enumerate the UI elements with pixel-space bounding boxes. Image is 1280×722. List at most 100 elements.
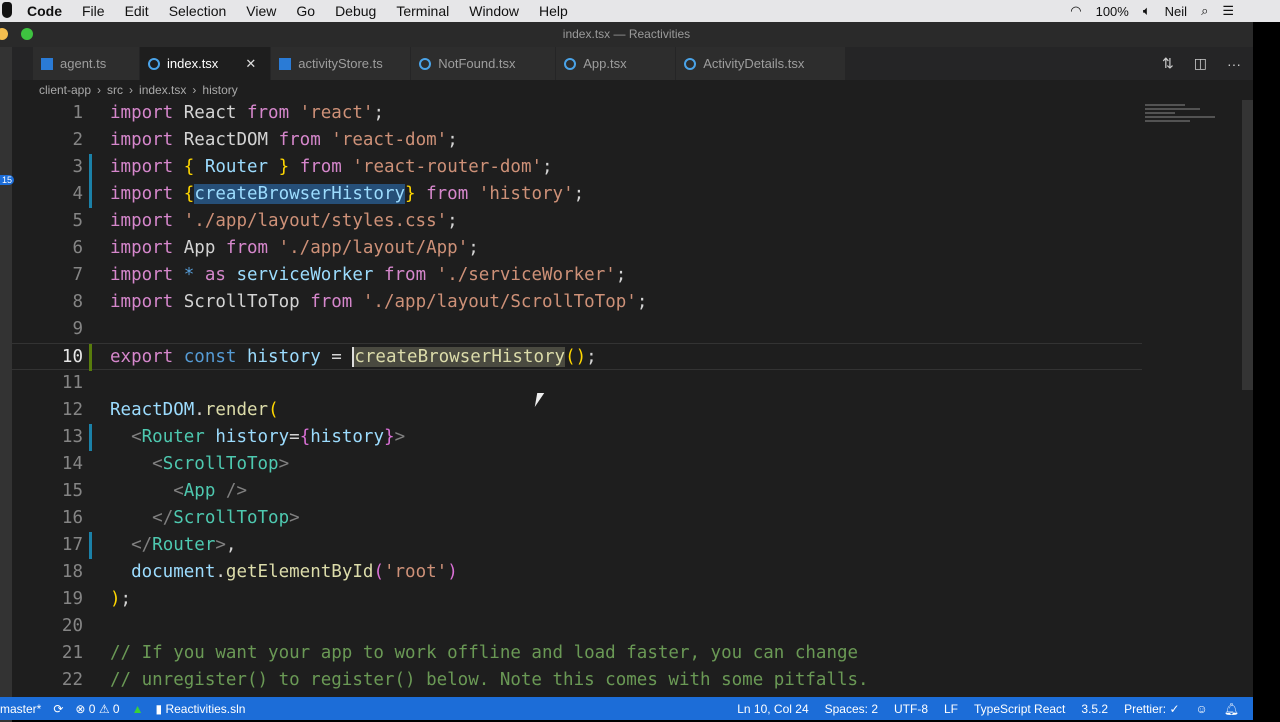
- code-token: render: [204, 400, 269, 420]
- encoding[interactable]: UTF-8: [894, 702, 928, 716]
- code-token: Router: [204, 157, 279, 177]
- menu-selection[interactable]: Selection: [159, 3, 237, 19]
- code-token: ,: [225, 535, 237, 555]
- tab-label: NotFound.tsx: [438, 56, 516, 71]
- open-changes-icon[interactable]: ⇅: [1162, 55, 1174, 72]
- code-token: (: [373, 562, 384, 582]
- code-line[interactable]: 10 export const history = createBrowserHi…: [12, 343, 1142, 371]
- menu-terminal[interactable]: Terminal: [386, 3, 459, 19]
- minimize-button[interactable]: [0, 28, 8, 40]
- code-line[interactable]: 22 // unregister() to register() below. N…: [12, 667, 1142, 694]
- code-line[interactable]: 14 <ScrollToTop>: [12, 451, 1142, 478]
- code-line[interactable]: 6 import App from './app/layout/App';: [12, 235, 1142, 262]
- code-token: App: [183, 238, 226, 258]
- code-line[interactable]: 8 import ScrollToTop from './app/layout/S…: [12, 289, 1142, 316]
- code-line[interactable]: 2 import ReactDOM from 'react-dom';: [12, 127, 1142, 154]
- menu-file[interactable]: File: [72, 3, 115, 19]
- code-line[interactable]: 20: [12, 613, 1142, 640]
- solution-indicator[interactable]: ▮ Reactivities.sln: [156, 702, 246, 716]
- code-line[interactable]: 11: [12, 370, 1142, 397]
- wifi-icon[interactable]: ◠: [1070, 3, 1081, 19]
- code-text: <Router history={history}>: [110, 424, 405, 451]
- code-line[interactable]: 7 import * as serviceWorker from './servi…: [12, 262, 1142, 289]
- warning-count: 0: [112, 701, 120, 716]
- code-line[interactable]: 17 </Router>,: [12, 532, 1142, 559]
- code-line[interactable]: 21 // If you want your app to work offlin…: [12, 640, 1142, 667]
- code-token: import: [110, 292, 184, 312]
- code-token: App: [183, 481, 226, 501]
- live-share-icon[interactable]: ▲: [132, 702, 144, 716]
- code-line[interactable]: 1 import React from 'react';: [12, 100, 1142, 127]
- code-line[interactable]: 13 <Router history={history}>: [12, 424, 1142, 451]
- breadcrumb-item[interactable]: client-app: [39, 83, 91, 97]
- title-bar: index.tsx — Reactivities: [0, 22, 1253, 47]
- tab-activitystore-ts[interactable]: activityStore.ts: [271, 47, 412, 80]
- code-token: ScrollToTop: [162, 454, 279, 474]
- code-line[interactable]: 18 document.getElementById('root'): [12, 559, 1142, 586]
- battery-label[interactable]: 100%: [1096, 4, 1129, 19]
- end-of-line[interactable]: LF: [944, 702, 958, 716]
- more-actions-icon[interactable]: ···: [1227, 56, 1241, 72]
- breadcrumb-item[interactable]: history: [202, 83, 237, 97]
- tab-activitydetails-tsx[interactable]: ActivityDetails.tsx: [676, 47, 847, 80]
- code-token: history: [246, 347, 332, 367]
- breadcrumb-item[interactable]: index.tsx: [139, 83, 186, 97]
- sync-icon[interactable]: ⟳: [53, 702, 63, 716]
- code-line[interactable]: 9: [12, 316, 1142, 343]
- apple-icon[interactable]: [2, 2, 12, 18]
- code-line[interactable]: 16 </ScrollToTop>: [12, 505, 1142, 532]
- code-token: import: [110, 157, 184, 177]
- indentation[interactable]: Spaces: 2: [825, 702, 878, 716]
- menu-go[interactable]: Go: [286, 3, 325, 19]
- language-mode[interactable]: TypeScript React: [974, 702, 1065, 716]
- git-branch[interactable]: master*: [0, 702, 41, 716]
- minimap[interactable]: [1145, 102, 1220, 150]
- code-editor[interactable]: 1 import React from 'react'; 2 import React…: [12, 100, 1253, 697]
- line-number: 19: [61, 589, 83, 609]
- menu-edit[interactable]: Edit: [115, 3, 159, 19]
- user-name[interactable]: Neil: [1165, 4, 1187, 19]
- prettier-status[interactable]: Prettier: ✓: [1124, 702, 1179, 716]
- editor-scrollbar[interactable]: [1242, 100, 1253, 390]
- menu-debug[interactable]: Debug: [325, 3, 386, 19]
- cursor-position[interactable]: Ln 10, Col 24: [737, 702, 808, 716]
- code-token: from: [278, 130, 332, 150]
- code-line[interactable]: 19);: [12, 586, 1142, 613]
- code-line[interactable]: 4 import {createBrowserHistory} from 'his…: [12, 181, 1142, 208]
- code-token: >: [215, 535, 226, 555]
- typescript-version[interactable]: 3.5.2: [1081, 702, 1108, 716]
- problems-indicator[interactable]: ⊗ 0 ⚠ 0: [75, 702, 119, 716]
- tab-notfound-tsx[interactable]: NotFound.tsx: [411, 47, 557, 80]
- menu-view[interactable]: View: [236, 3, 286, 19]
- tab-index-tsx[interactable]: index.tsx ✕: [140, 47, 272, 80]
- tab-app-tsx[interactable]: App.tsx: [556, 47, 677, 80]
- code-line[interactable]: 5 import './app/layout/styles.css';: [12, 208, 1142, 235]
- zoom-button[interactable]: [21, 28, 33, 40]
- react-file-icon: [419, 57, 432, 70]
- close-icon[interactable]: ✕: [245, 56, 256, 72]
- code-token: <: [173, 481, 184, 501]
- spotlight-icon[interactable]: ⌕: [1201, 3, 1208, 19]
- line-number: 17: [61, 535, 83, 555]
- vscode-window: index.tsx — Reactivities 15 agent.ts inde…: [0, 22, 1253, 722]
- code-text: </Router>,: [110, 532, 236, 559]
- split-editor-icon[interactable]: ◫: [1194, 55, 1207, 72]
- code-line[interactable]: 12 ReactDOM.render(: [12, 397, 1142, 424]
- feedback-icon[interactable]: ☺: [1196, 702, 1208, 716]
- code-token: {: [183, 157, 205, 177]
- menu-window[interactable]: Window: [459, 3, 529, 19]
- volume-icon[interactable]: 🔈︎: [1143, 3, 1151, 19]
- notification-center-icon[interactable]: ☰: [1222, 3, 1234, 19]
- git-modified-marker: [89, 181, 92, 208]
- code-line[interactable]: 3 import { Router } from 'react-router-do…: [12, 154, 1142, 181]
- code-token: ;: [468, 238, 479, 258]
- code-line[interactable]: 15 <App />: [12, 478, 1142, 505]
- menu-help[interactable]: Help: [529, 3, 578, 19]
- notifications-bell-icon[interactable]: 🔔︎: [1224, 702, 1239, 716]
- tab-agent-ts[interactable]: agent.ts: [33, 47, 140, 80]
- line-number: 16: [61, 508, 83, 528]
- breadcrumb-item[interactable]: src: [107, 83, 123, 97]
- code-token: ScrollToTop: [183, 292, 311, 312]
- code-text: import './app/layout/styles.css';: [110, 208, 458, 235]
